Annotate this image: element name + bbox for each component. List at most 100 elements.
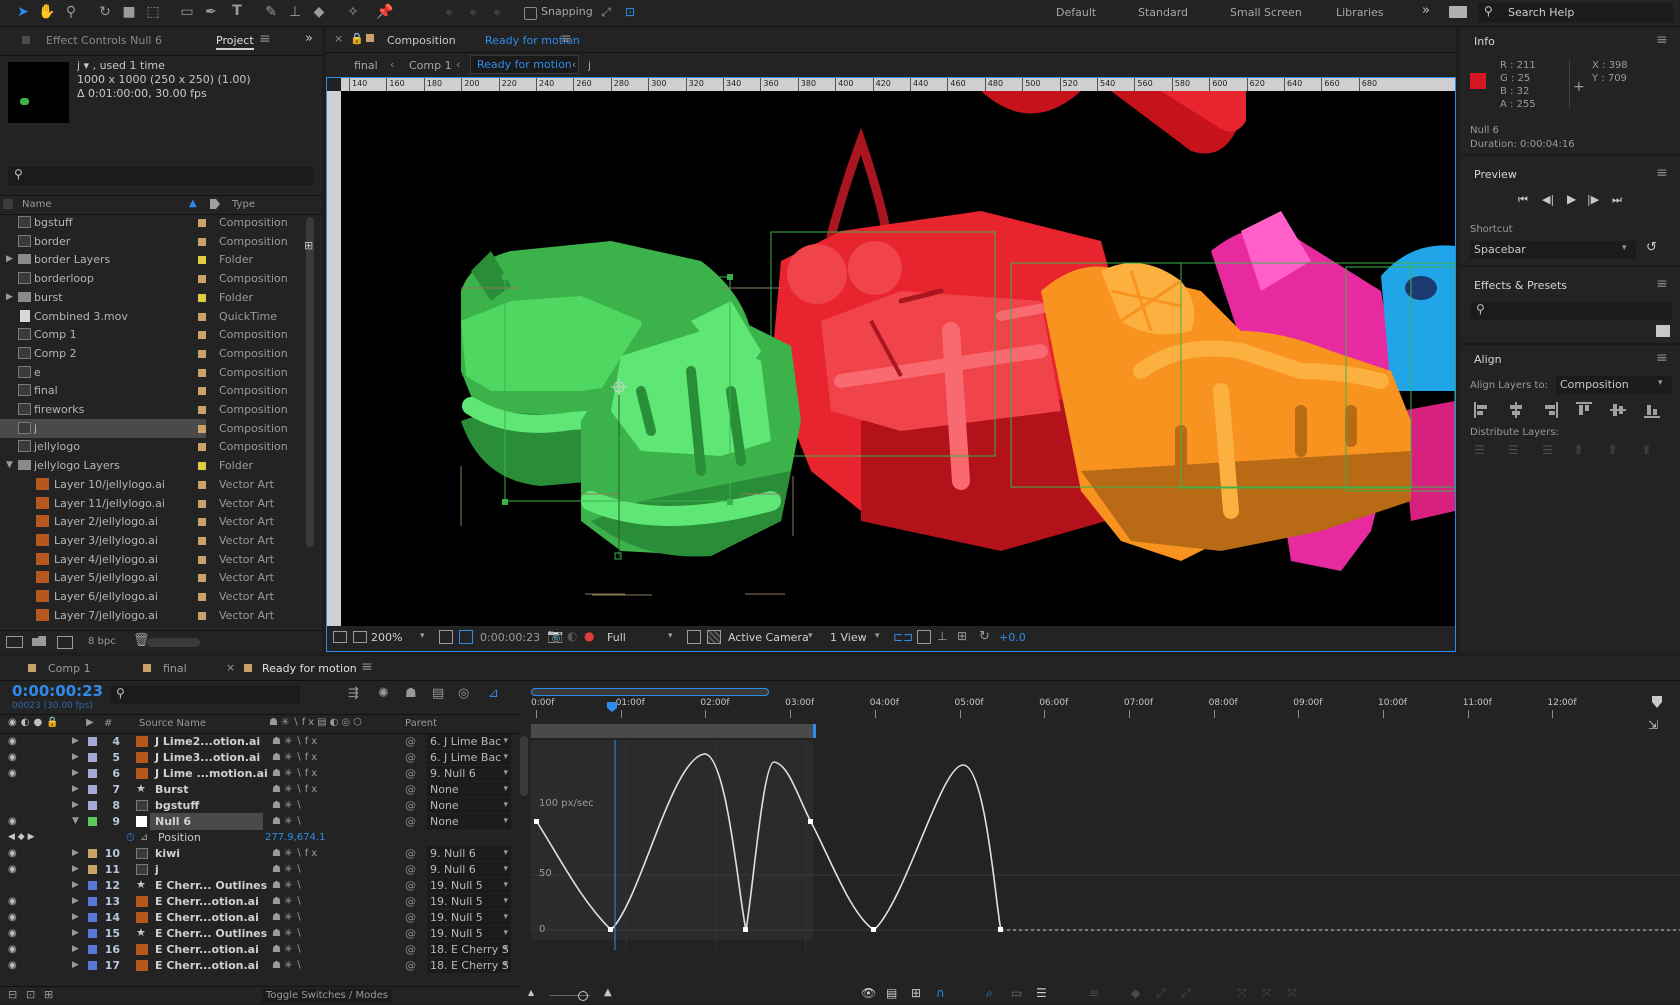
parent-dropdown[interactable]: 18. E Cherry S ▾ bbox=[427, 942, 511, 957]
new-comp-icon[interactable] bbox=[57, 636, 73, 649]
eye-icon[interactable]: ◉ bbox=[8, 893, 17, 910]
distribute-vcenter-icon[interactable]: ☰ bbox=[1508, 443, 1519, 457]
label-swatch[interactable] bbox=[88, 753, 97, 762]
work-area-bar[interactable] bbox=[531, 724, 816, 738]
timeline-layer-row[interactable]: ▶ 12 ★ E Cherr... Outlines ☗✳∖ @19. Null 5 ▾ bbox=[0, 877, 520, 894]
rotate-tool-icon[interactable]: ↻ bbox=[96, 3, 114, 21]
layer-switches-icons[interactable]: ☗✳∖fx bbox=[272, 781, 320, 798]
sort-asc-icon[interactable]: ▲ bbox=[189, 198, 197, 209]
layer-scrollbar[interactable] bbox=[520, 736, 528, 796]
graph-toggle-icon[interactable]: ⊿ bbox=[140, 829, 148, 846]
expand-arrow-icon[interactable]: ▶ bbox=[72, 877, 79, 894]
reset-icon[interactable]: ↺ bbox=[1646, 240, 1657, 255]
eye-icon[interactable]: ◉ bbox=[8, 861, 17, 878]
project-item[interactable]: Layer 7/jellylogo.ai Vector Art bbox=[0, 606, 300, 623]
eye-icon[interactable]: 👁 bbox=[861, 986, 876, 1000]
effects-search-input[interactable]: ⚲ bbox=[1470, 302, 1672, 320]
preview-menu-icon[interactable]: ≡ bbox=[1656, 165, 1668, 181]
interpret-footage-icon[interactable] bbox=[6, 636, 23, 648]
expand-arrow-icon[interactable]: ▶ bbox=[6, 288, 13, 307]
label-swatch[interactable] bbox=[198, 480, 206, 489]
chevron-down-icon[interactable]: ▾ bbox=[808, 631, 813, 641]
project-item[interactable]: Combined 3.mov QuickTime bbox=[0, 307, 300, 326]
expand-arrow-icon[interactable]: ▶ bbox=[72, 861, 79, 878]
crumb-final[interactable]: final bbox=[354, 59, 378, 72]
hand-tool-icon[interactable]: ✋ bbox=[38, 3, 56, 21]
transfer-controls-icon[interactable]: ⊡ bbox=[26, 988, 35, 1001]
monitor-icon[interactable] bbox=[353, 631, 367, 643]
graph-type-icon[interactable]: ▤ bbox=[886, 986, 897, 1000]
timeline-layer-row[interactable]: ◉ ▶ 5 J Lime3...otion.ai ☗✳∖fx @6. J Lime Bac… bbox=[0, 749, 520, 766]
layer-switches-icons[interactable]: ☗✳∖ bbox=[272, 893, 305, 910]
zoom-thumb[interactable] bbox=[578, 991, 588, 1001]
workspace-standard[interactable]: Standard bbox=[1138, 6, 1188, 19]
pick-whip-icon[interactable]: @ bbox=[405, 765, 416, 782]
pan-behind-tool-icon[interactable]: ⬚ bbox=[144, 3, 162, 21]
expand-arrow-icon[interactable]: ▶ bbox=[72, 749, 79, 766]
parent-dropdown[interactable]: 19. Null 5 ▾ bbox=[427, 926, 511, 941]
eraser-tool-icon[interactable]: ◆ bbox=[310, 3, 328, 21]
label-swatch[interactable] bbox=[198, 424, 206, 433]
show-snapshot-icon[interactable]: ◐ bbox=[567, 629, 577, 643]
timeline-layer-row[interactable]: ◉ ▶ 11 j ☗✳∖ @9. Null 6 ▾ bbox=[0, 861, 520, 878]
transparency-grid-icon[interactable] bbox=[707, 630, 721, 644]
timeline-layer-row[interactable]: ◉ ▶ 4 J Lime2...otion.ai ☗✳∖fx @6. J Lime Bac… bbox=[0, 733, 520, 750]
easy-ease-icon[interactable]: ⤧ bbox=[1237, 986, 1247, 1001]
pick-whip-icon[interactable]: @ bbox=[405, 781, 416, 798]
fast-previews-icon[interactable] bbox=[917, 630, 931, 644]
pick-whip-icon[interactable]: @ bbox=[405, 909, 416, 926]
align-menu-icon[interactable]: ≡ bbox=[1656, 350, 1668, 366]
project-item[interactable]: ▼ jellylogo Layers Folder bbox=[0, 456, 300, 475]
workspace-layout-icon[interactable] bbox=[1449, 6, 1467, 18]
frame-blending-icon[interactable]: ▤ bbox=[432, 686, 444, 701]
project-item[interactable]: fireworks Composition bbox=[0, 400, 300, 419]
layer-switches-icons[interactable]: ☗✳∖ bbox=[272, 797, 305, 814]
eye-icon[interactable]: ◉ bbox=[8, 957, 17, 974]
zoom-slider[interactable]: ▲ ▲ bbox=[528, 987, 612, 1001]
label-swatch[interactable] bbox=[198, 574, 206, 583]
label-swatch[interactable] bbox=[198, 293, 206, 302]
project-item[interactable]: Layer 5/jellylogo.ai Vector Art bbox=[0, 568, 300, 587]
project-item[interactable]: bgstuff Composition bbox=[0, 213, 300, 232]
chevron-down-icon[interactable]: ▾ bbox=[668, 631, 673, 641]
pick-whip-icon[interactable]: @ bbox=[405, 877, 416, 894]
label-swatch[interactable] bbox=[198, 536, 206, 545]
easy-ease-in-icon[interactable]: ⤧ bbox=[1262, 986, 1272, 1001]
align-horizontal-center-icon[interactable] bbox=[1508, 402, 1524, 418]
flowchart-icon[interactable]: ⊞ bbox=[957, 629, 967, 643]
close-tab-icon[interactable]: × bbox=[226, 661, 235, 674]
snap-options-icon[interactable]: ⤢ bbox=[598, 4, 614, 20]
project-item[interactable]: Layer 6/jellylogo.ai Vector Art bbox=[0, 587, 300, 606]
safe-margins-icon[interactable] bbox=[439, 630, 453, 644]
expand-arrow-icon[interactable]: ▶ bbox=[72, 957, 79, 974]
flowchart-icon[interactable]: ⊞ bbox=[304, 239, 313, 252]
timeline-layer-row[interactable]: ◉ ▼ 9 Null 6 ☗✳∖ @ None ▾ bbox=[0, 813, 520, 830]
motion-blur-icon[interactable]: ◎ bbox=[458, 686, 469, 701]
project-item[interactable]: Layer 11/jellylogo.ai Vector Art bbox=[0, 494, 300, 513]
always-preview-icon[interactable] bbox=[333, 631, 347, 643]
label-swatch[interactable] bbox=[198, 462, 206, 471]
label-swatch[interactable] bbox=[198, 349, 206, 358]
label-swatch[interactable] bbox=[88, 737, 97, 746]
label-swatch[interactable] bbox=[198, 219, 206, 227]
label-swatch[interactable] bbox=[88, 881, 97, 890]
resolution-value[interactable]: Full bbox=[607, 631, 626, 644]
comp-button-icon[interactable]: ⇲ bbox=[1648, 718, 1658, 732]
bpc-label[interactable]: 8 bpc bbox=[88, 636, 116, 647]
viewer-timecode[interactable]: 0:00:00:23 bbox=[480, 631, 540, 644]
world-axis-icon[interactable]: ⌖ bbox=[464, 4, 482, 22]
timeline-layer-row[interactable]: ◉ ▶ 6 J Lime ...motion.ai ☗✳∖fx @9. Null 6 ▾ bbox=[0, 765, 520, 782]
tab-effect-controls[interactable]: Effect Controls Null 6 bbox=[46, 34, 162, 47]
label-swatch[interactable] bbox=[88, 913, 97, 922]
pen-tool-icon[interactable]: ✒ bbox=[202, 3, 220, 21]
label-swatch[interactable] bbox=[198, 387, 206, 396]
mask-visibility-icon[interactable] bbox=[459, 630, 473, 644]
workspace-libraries[interactable]: Libraries bbox=[1336, 6, 1384, 19]
layer-switches-icons[interactable]: ☗✳∖fx bbox=[272, 733, 320, 750]
separate-dimensions-icon[interactable]: ☰ bbox=[1036, 986, 1047, 1000]
snapping-checkbox[interactable] bbox=[524, 7, 537, 20]
last-frame-icon[interactable]: ⏭ bbox=[1612, 193, 1622, 207]
info-menu-icon[interactable]: ≡ bbox=[1656, 32, 1668, 48]
expand-arrow-icon[interactable]: ▶ bbox=[72, 781, 79, 798]
draft-3d-icon[interactable]: ✺ bbox=[378, 686, 389, 701]
